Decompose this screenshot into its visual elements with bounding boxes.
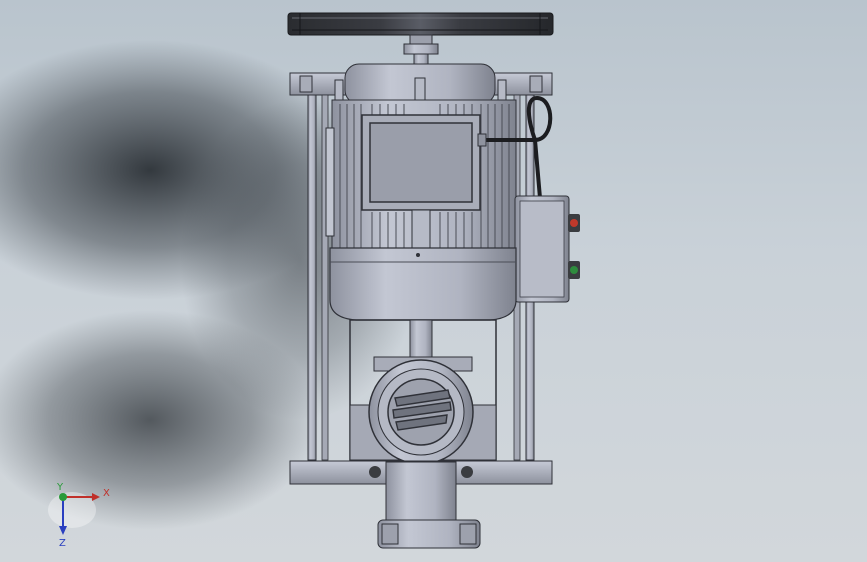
triad-z-label: Z <box>59 538 66 549</box>
triad-y-label: Y <box>56 482 64 493</box>
handwheel[interactable] <box>287 12 554 36</box>
motor-flange <box>329 247 517 321</box>
triad-x-label: X <box>103 488 110 499</box>
top-shaft <box>403 34 439 69</box>
start-button[interactable] <box>568 261 580 279</box>
graphics-viewport[interactable]: X Y Z <box>0 0 867 562</box>
stop-button[interactable] <box>568 214 580 232</box>
model-view[interactable]: X Y Z <box>0 0 867 562</box>
motor-top-cap <box>334 63 507 105</box>
control-box[interactable] <box>514 195 570 303</box>
